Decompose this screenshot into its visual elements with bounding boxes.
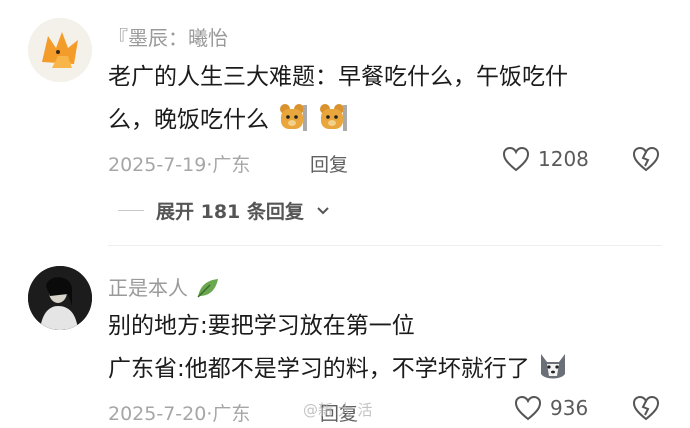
broken-heart-icon (632, 395, 660, 421)
like-count: 936 (550, 396, 589, 420)
bear-emoji-icon (316, 101, 348, 144)
divider-line (118, 210, 144, 211)
heart-icon (514, 395, 542, 421)
username[interactable]: 『墨辰：曦怡 (108, 22, 228, 51)
chevron-down-icon (317, 206, 329, 214)
username-text: 正是本人 (108, 276, 188, 300)
like-button[interactable]: 1208 (502, 146, 589, 172)
comment-date-location: 2025-7-19·广东 (108, 154, 251, 176)
watermark: @新 大 活 (303, 401, 373, 419)
divider (108, 245, 662, 246)
fox-avatar-icon (28, 18, 92, 82)
avatar[interactable] (28, 266, 92, 330)
broken-heart-icon (632, 146, 660, 172)
like-button[interactable]: 936 (514, 395, 588, 421)
comment-text-line: 广东省:他都不是学习的料，不学坏就行了 (108, 356, 530, 382)
comment-text-line: 老广的人生三大难题：早餐吃什么，午饭吃什 (108, 64, 568, 90)
like-count: 1208 (538, 147, 589, 171)
dislike-button[interactable] (632, 395, 660, 425)
expand-replies-button[interactable]: 展开 181 条回复 (118, 197, 330, 224)
avatar[interactable] (28, 18, 92, 82)
username[interactable]: 正是本人 (108, 272, 220, 301)
comment-text-line: 么，晚饭吃什么 (108, 101, 348, 144)
husky-emoji-icon (537, 350, 569, 393)
heart-icon (502, 146, 530, 172)
bear-emoji-icon (276, 101, 308, 144)
comment-text-line: 广东省:他都不是学习的料，不学坏就行了 (108, 350, 569, 393)
comment-text-line: 么，晚饭吃什么 (108, 107, 269, 133)
person-avatar-icon (28, 266, 92, 330)
expand-replies-label: 展开 181 条回复 (156, 201, 304, 223)
comment-date-location: 2025-7-20·广东 (108, 403, 251, 425)
dislike-button[interactable] (632, 146, 660, 176)
leaf-icon (197, 279, 219, 298)
comment-text-line: 别的地方:要把学习放在第一位 (108, 313, 415, 339)
reply-button[interactable]: 回复 (310, 150, 348, 177)
